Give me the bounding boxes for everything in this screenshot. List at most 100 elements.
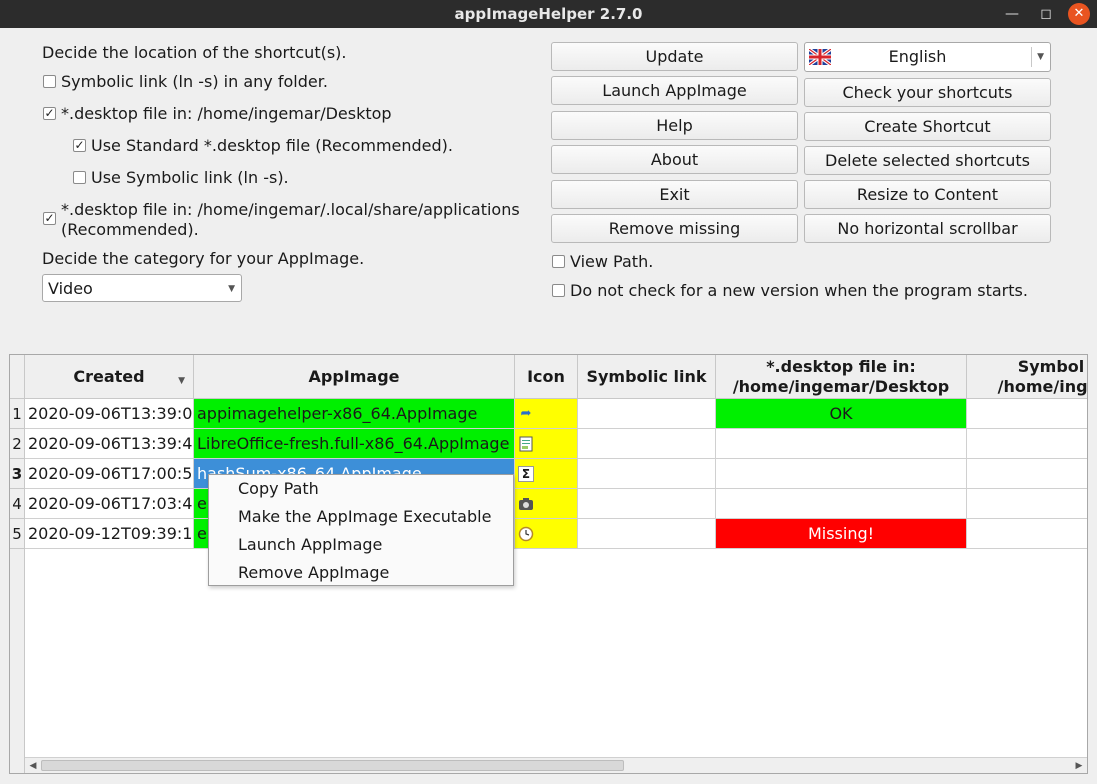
use-standard-label[interactable]: Use Standard *.desktop file (Recommended… — [91, 136, 453, 155]
menu-item-make-executable[interactable]: Make the AppImage Executable — [238, 503, 491, 531]
header-icon[interactable]: Icon — [515, 355, 578, 399]
desktop-file-checkbox[interactable]: ✓ — [43, 107, 56, 120]
row-number[interactable]: 3 — [10, 459, 25, 489]
menu-item-copy-path[interactable]: Copy Path — [238, 475, 319, 503]
sigma-icon: Σ — [518, 466, 534, 482]
window-titlebar: appImageHelper 2.7.0 — ◻ ✕ — [0, 0, 1097, 28]
use-standard-checkbox[interactable]: ✓ — [73, 139, 86, 152]
chevron-down-icon: ▼ — [228, 284, 235, 294]
no-check-version-checkbox[interactable] — [552, 284, 565, 297]
corner-header — [10, 355, 25, 399]
category-heading: Decide the category for your AppImage. — [42, 249, 365, 268]
header-desktop-line1: *.desktop file in: — [766, 356, 916, 376]
exit-button[interactable]: Exit — [551, 180, 798, 209]
language-select[interactable]: English ▼ — [804, 42, 1051, 72]
use-symbolic-checkbox[interactable] — [73, 171, 86, 184]
help-button[interactable]: Help — [551, 111, 798, 140]
horizontal-scrollbar[interactable]: ◀ ▶ — [25, 757, 1087, 773]
context-menu: Copy Path Make the AppImage Executable L… — [208, 474, 514, 586]
cell-created[interactable]: 2020-09-06T17:00:53 — [25, 459, 194, 489]
header-desktop-file[interactable]: *.desktop file in: /home/ingemar/Desktop — [716, 355, 967, 399]
update-button[interactable]: Update — [551, 42, 798, 71]
window-title: appImageHelper 2.7.0 — [454, 5, 643, 23]
applications-label-line2[interactable]: (Recommended). — [61, 220, 199, 239]
cell-next[interactable] — [967, 399, 1087, 429]
view-path-checkbox[interactable] — [552, 255, 565, 268]
header-created-label: Created — [73, 366, 145, 386]
header-symbolic-link[interactable]: Symbolic link — [578, 355, 716, 399]
cell-next[interactable] — [967, 459, 1087, 489]
applications-label-line1[interactable]: *.desktop file in: /home/ingemar/.local/… — [61, 200, 520, 219]
row-number[interactable]: 4 — [10, 489, 25, 519]
symbolic-any-label[interactable]: Symbolic link (ln -s) in any folder. — [61, 72, 328, 91]
check-shortcuts-button[interactable]: Check your shortcuts — [804, 78, 1051, 107]
delete-selected-button[interactable]: Delete selected shortcuts — [804, 146, 1051, 175]
shortcuts-table[interactable]: Created ▼ AppImage Icon Symbolic link *.… — [9, 354, 1088, 774]
resize-to-content-button[interactable]: Resize to Content — [804, 180, 1051, 209]
cell-icon[interactable] — [515, 519, 578, 549]
language-dropdown-divider — [1031, 47, 1032, 67]
row-number[interactable]: 2 — [10, 429, 25, 459]
cell-desktop[interactable]: Missing! — [716, 519, 967, 549]
desktop-file-label[interactable]: *.desktop file in: /home/ingemar/Desktop — [61, 104, 392, 123]
launch-appimage-button[interactable]: Launch AppImage — [551, 76, 798, 105]
applications-checkbox[interactable]: ✓ — [43, 212, 56, 225]
remove-missing-button[interactable]: Remove missing — [551, 214, 798, 243]
header-next-line2: /home/inge — [997, 376, 1088, 396]
scroll-right-icon[interactable]: ▶ — [1071, 758, 1087, 773]
header-next-line1: Symbol — [1017, 356, 1085, 376]
cell-created[interactable]: 2020-09-06T17:03:46 — [25, 489, 194, 519]
view-path-label[interactable]: View Path. — [570, 252, 653, 271]
cell-next[interactable] — [967, 429, 1087, 459]
office-doc-icon — [518, 436, 534, 452]
category-select[interactable]: Video ▼ — [42, 274, 242, 302]
cell-appimage[interactable]: LibreOffice-fresh.full-x86_64.AppImage — [194, 429, 515, 459]
cell-next[interactable] — [967, 519, 1087, 549]
cell-created[interactable]: 2020-09-06T13:39:00 — [25, 399, 194, 429]
row-number[interactable]: 5 — [10, 519, 25, 549]
location-heading: Decide the location of the shortcut(s). — [42, 43, 347, 62]
minimize-icon[interactable]: — — [1002, 4, 1022, 24]
cell-symbolic[interactable] — [578, 459, 716, 489]
about-button[interactable]: About — [551, 145, 798, 174]
cell-symbolic[interactable] — [578, 519, 716, 549]
cell-created[interactable]: 2020-09-06T13:39:47 — [25, 429, 194, 459]
close-icon[interactable]: ✕ — [1068, 3, 1090, 25]
no-hscroll-button[interactable]: No horizontal scrollbar — [804, 214, 1051, 243]
language-value: English — [888, 47, 947, 66]
category-value: Video — [48, 279, 93, 298]
cell-icon[interactable]: ➦ — [515, 399, 578, 429]
header-appimage-label: AppImage — [308, 366, 400, 386]
create-shortcut-button[interactable]: Create Shortcut — [804, 112, 1051, 141]
cell-symbolic[interactable] — [578, 489, 716, 519]
maximize-icon[interactable]: ◻ — [1036, 4, 1056, 24]
chevron-down-icon[interactable]: ▼ — [1037, 43, 1044, 71]
header-appimage[interactable]: AppImage — [194, 355, 515, 399]
cell-icon[interactable] — [515, 489, 578, 519]
cell-icon[interactable] — [515, 429, 578, 459]
cell-appimage[interactable]: appimagehelper-x86_64.AppImage — [194, 399, 515, 429]
header-icon-label: Icon — [527, 366, 565, 386]
cell-desktop[interactable] — [716, 489, 967, 519]
cell-created[interactable]: 2020-09-12T09:39:14 — [25, 519, 194, 549]
cell-desktop[interactable] — [716, 429, 967, 459]
header-symbolic-desktop[interactable]: Symbol /home/inge — [967, 355, 1088, 399]
cell-symbolic[interactable] — [578, 399, 716, 429]
header-desktop-line2: /home/ingemar/Desktop — [732, 376, 950, 396]
menu-item-remove-appimage[interactable]: Remove AppImage — [238, 559, 389, 587]
header-created[interactable]: Created ▼ — [25, 355, 194, 399]
use-symbolic-label[interactable]: Use Symbolic link (ln -s). — [91, 168, 289, 187]
scroll-left-icon[interactable]: ◀ — [25, 758, 41, 773]
cell-next[interactable] — [967, 489, 1087, 519]
symbolic-any-checkbox[interactable] — [43, 75, 56, 88]
sort-down-icon: ▼ — [178, 376, 185, 386]
cell-desktop[interactable]: OK — [716, 399, 967, 429]
no-check-version-label[interactable]: Do not check for a new version when the … — [570, 281, 1028, 300]
cell-icon[interactable]: Σ — [515, 459, 578, 489]
scrollbar-thumb[interactable] — [41, 760, 624, 771]
cell-desktop[interactable] — [716, 459, 967, 489]
clock-icon — [518, 526, 534, 542]
menu-item-launch-appimage[interactable]: Launch AppImage — [238, 531, 382, 559]
row-number[interactable]: 1 — [10, 399, 25, 429]
cell-symbolic[interactable] — [578, 429, 716, 459]
